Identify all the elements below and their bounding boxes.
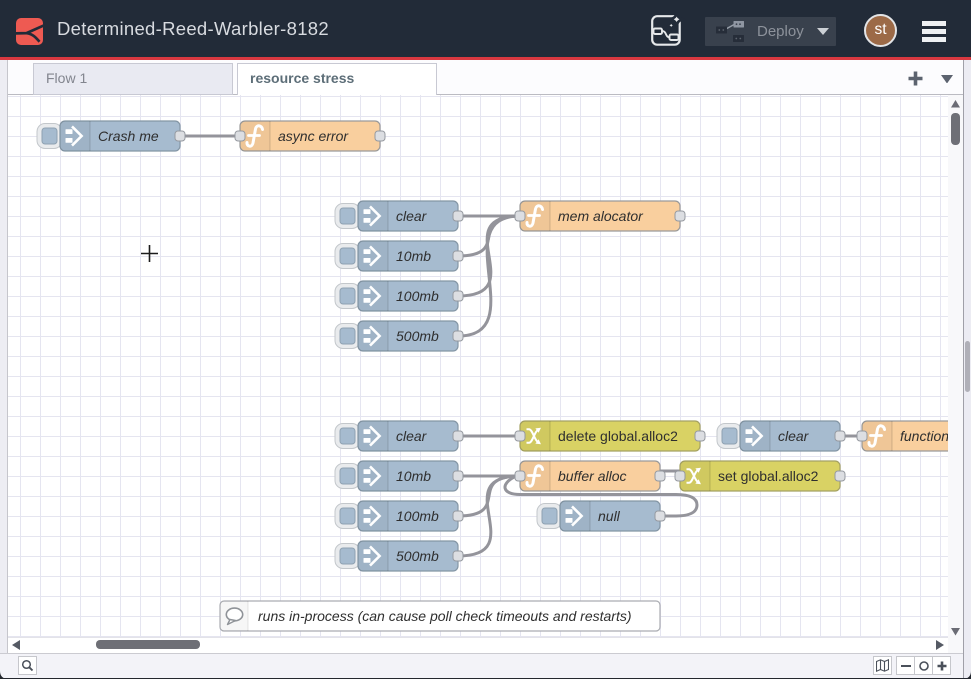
svg-text:Crash me: Crash me (98, 128, 159, 144)
svg-text:clear: clear (778, 428, 810, 444)
svg-text:runs in-process (can cause pol: runs in-process (can cause poll check ti… (258, 608, 632, 624)
svg-text:async error: async error (278, 128, 349, 144)
svg-text:delete global.alloc2: delete global.alloc2 (558, 428, 678, 444)
svg-text:set global.alloc2: set global.alloc2 (718, 468, 819, 484)
svg-text:buffer alloc: buffer alloc (558, 468, 626, 484)
svg-text:100mb: 100mb (396, 288, 439, 304)
svg-text:clear: clear (396, 428, 428, 444)
svg-text:function: function (900, 428, 948, 444)
svg-text:mem alocator: mem alocator (558, 208, 644, 224)
svg-text:500mb: 500mb (396, 548, 439, 564)
svg-text:10mb: 10mb (396, 248, 431, 264)
svg-text:clear: clear (396, 208, 428, 224)
svg-text:null: null (598, 508, 621, 524)
svg-text:100mb: 100mb (396, 508, 439, 524)
svg-text:500mb: 500mb (396, 328, 439, 344)
svg-text:10mb: 10mb (396, 468, 431, 484)
